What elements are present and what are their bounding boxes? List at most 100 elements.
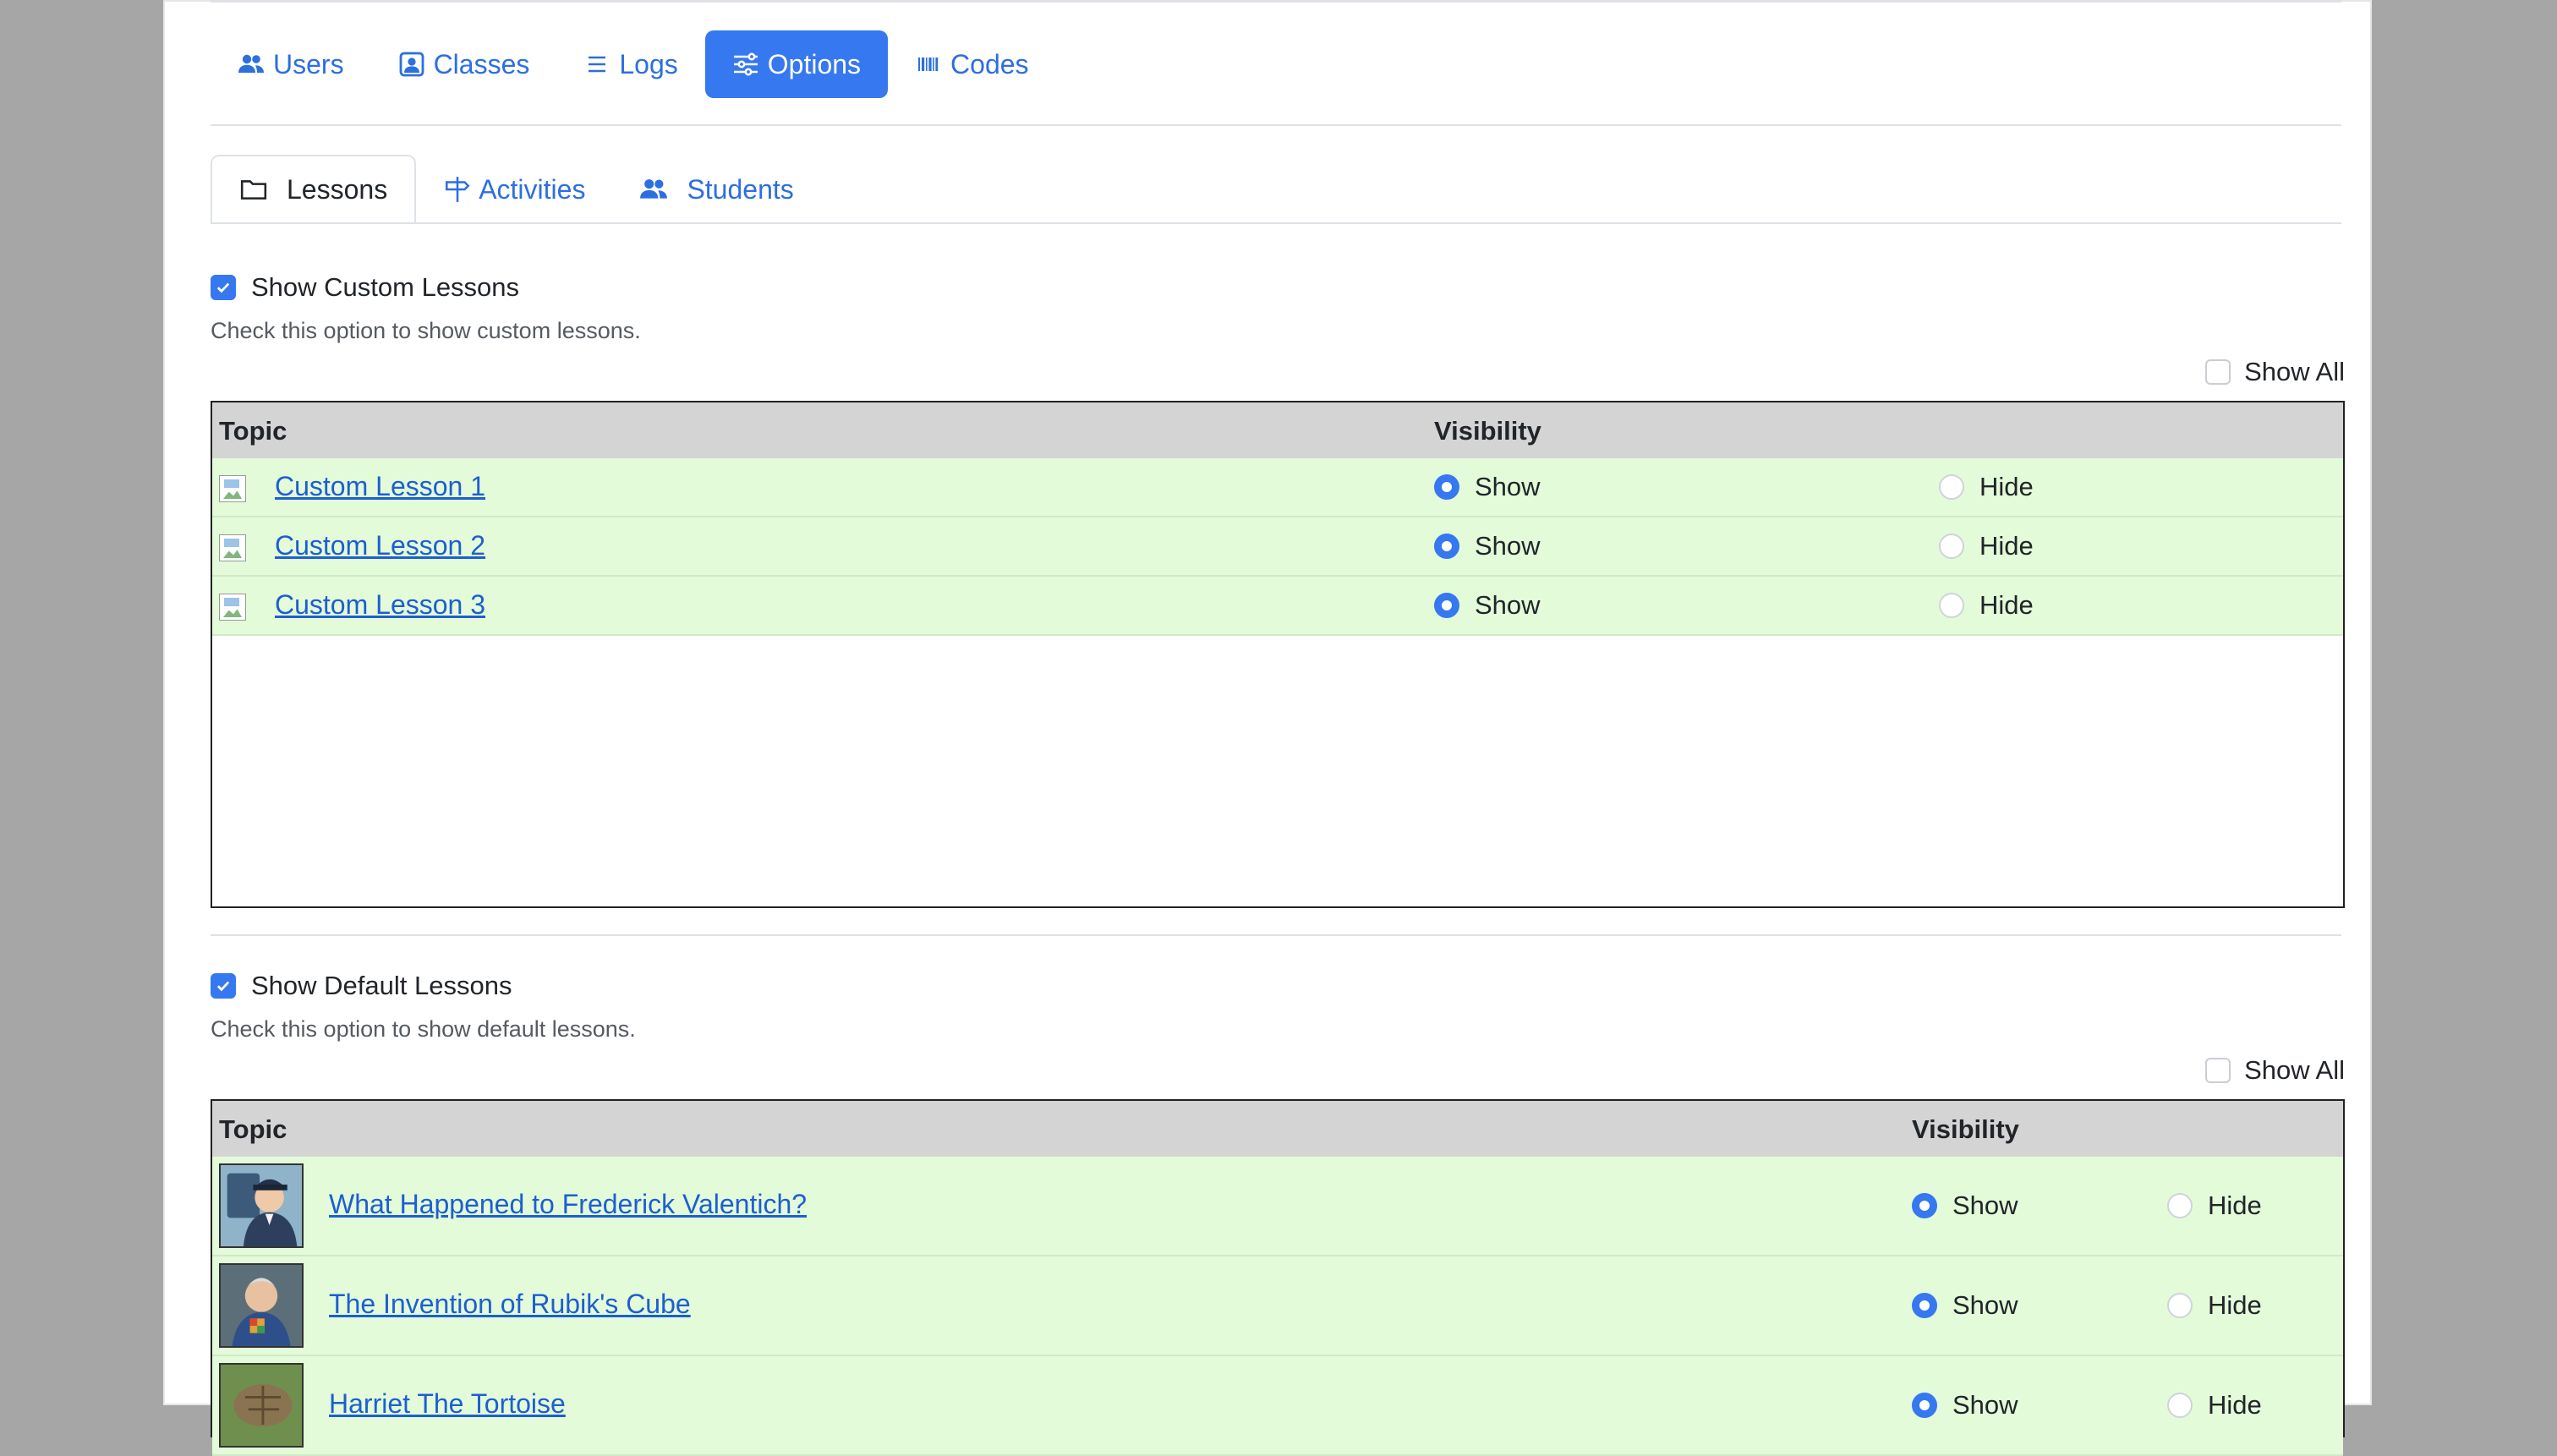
- show-radio-label: Show: [1952, 1390, 2018, 1420]
- hide-radio[interactable]: Hide: [1939, 531, 2034, 561]
- show-radio-label: Show: [1475, 590, 1541, 620]
- hide-radio-label: Hide: [1979, 531, 2034, 561]
- table-row: Custom Lesson 2 Show Hide: [212, 517, 2343, 577]
- main-nav: Users Classes Logs Options Codes: [211, 30, 1056, 98]
- barcode-icon: [915, 51, 942, 78]
- default-lessons-table: Topic Visibility What Happened to Freder…: [211, 1099, 2345, 1456]
- nav-users[interactable]: Users: [211, 30, 371, 98]
- tab-lessons[interactable]: Lessons: [211, 155, 417, 224]
- sliders-icon: [732, 51, 759, 78]
- nav-logs[interactable]: Logs: [556, 30, 704, 98]
- table-row: Custom Lesson 1 Show Hide: [212, 458, 2343, 517]
- show-radio[interactable]: Show: [1912, 1290, 2018, 1321]
- tab-students[interactable]: Students: [612, 155, 820, 224]
- folder-icon: [239, 175, 268, 204]
- tab-activities[interactable]: Activities: [416, 155, 612, 224]
- nav-users-label: Users: [273, 48, 344, 79]
- radio-dot: [1434, 593, 1459, 618]
- radio-dot: [2167, 1393, 2193, 1418]
- lesson-thumbnail-tortoise: [219, 1363, 304, 1448]
- nav-logs-label: Logs: [619, 48, 678, 79]
- default-lessons-help: Check this option to show default lesson…: [211, 1016, 636, 1042]
- radio-dot: [2167, 1193, 2193, 1218]
- hide-radio-label: Hide: [2208, 1290, 2262, 1320]
- nav-options[interactable]: Options: [704, 30, 889, 98]
- default-show-all-checkbox[interactable]: [2205, 1058, 2231, 1083]
- radio-dot: [1434, 474, 1459, 500]
- radio-dot: [1939, 534, 1964, 559]
- hide-radio[interactable]: Hide: [2167, 1390, 2262, 1420]
- show-custom-lessons-option: Show Custom Lessons: [211, 272, 519, 303]
- sub-tabs: Lessons Activities Students: [211, 155, 821, 224]
- custom-show-all-checkbox[interactable]: [2205, 359, 2231, 385]
- lesson-link[interactable]: The Invention of Rubik's Cube: [329, 1289, 691, 1320]
- hide-radio[interactable]: Hide: [2167, 1290, 2262, 1321]
- hide-radio-label: Hide: [1979, 590, 2034, 620]
- broken-image-icon: [219, 475, 246, 502]
- show-radio[interactable]: Show: [1434, 472, 1541, 502]
- table-header: Topic Visibility: [212, 402, 2343, 458]
- tabs-divider: [211, 222, 2341, 224]
- custom-show-all-label: Show All: [2244, 357, 2345, 386]
- nav-classes[interactable]: Classes: [371, 30, 557, 98]
- signpost-icon: [443, 175, 472, 204]
- broken-image-icon: [219, 534, 246, 561]
- column-topic: Topic: [219, 1114, 287, 1144]
- hide-radio[interactable]: Hide: [1939, 590, 2034, 621]
- column-topic: Topic: [219, 416, 287, 446]
- table-row: Custom Lesson 3 Show Hide: [212, 577, 2343, 636]
- nav-classes-label: Classes: [433, 48, 530, 79]
- radio-dot: [1912, 1393, 1937, 1418]
- show-radio[interactable]: Show: [1912, 1390, 2018, 1420]
- show-radio-label: Show: [1952, 1191, 2018, 1220]
- show-radio[interactable]: Show: [1434, 590, 1541, 621]
- tab-activities-label: Activities: [479, 173, 586, 205]
- person-badge-icon: [398, 51, 425, 78]
- lesson-link[interactable]: Harriet The Tortoise: [329, 1388, 566, 1420]
- show-custom-lessons-checkbox[interactable]: [211, 275, 236, 300]
- table-row: The Invention of Rubik's Cube Show Hide: [212, 1256, 2343, 1356]
- lesson-thumbnail-pilot: [219, 1163, 304, 1248]
- show-default-lessons-label: Show Default Lessons: [251, 971, 512, 1000]
- column-visibility: Visibility: [1434, 416, 1541, 446]
- lesson-link[interactable]: Custom Lesson 2: [275, 530, 485, 561]
- hide-radio[interactable]: Hide: [1939, 472, 2034, 502]
- default-show-all: Show All: [2205, 1055, 2345, 1086]
- hide-radio[interactable]: Hide: [2167, 1191, 2262, 1221]
- default-show-all-label: Show All: [2244, 1055, 2345, 1085]
- nav-options-label: Options: [767, 48, 862, 79]
- table-row: Harriet The Tortoise Show Hide: [212, 1356, 2343, 1456]
- custom-lessons-help: Check this option to show custom lessons…: [211, 318, 641, 343]
- tab-lessons-label: Lessons: [287, 173, 388, 205]
- radio-dot: [1434, 534, 1459, 559]
- options-panel: Users Classes Logs Options Codes Lessons…: [163, 0, 2372, 1456]
- show-default-lessons-option: Show Default Lessons: [211, 971, 512, 1001]
- hide-radio-label: Hide: [1979, 472, 2034, 501]
- lesson-link[interactable]: What Happened to Frederick Valentich?: [329, 1189, 807, 1220]
- table-header: Topic Visibility: [212, 1101, 2343, 1157]
- show-radio[interactable]: Show: [1912, 1191, 2018, 1221]
- radio-dot: [1912, 1293, 1937, 1318]
- lesson-link[interactable]: Custom Lesson 1: [275, 471, 485, 502]
- show-radio[interactable]: Show: [1434, 531, 1541, 561]
- show-custom-lessons-label: Show Custom Lessons: [251, 272, 520, 302]
- lesson-link[interactable]: Custom Lesson 3: [275, 589, 485, 621]
- users-icon: [238, 51, 265, 78]
- tab-students-label: Students: [687, 173, 794, 205]
- section-divider: [211, 934, 2341, 936]
- column-visibility: Visibility: [1912, 1114, 2019, 1144]
- broken-image-icon: [219, 594, 246, 621]
- radio-dot: [1939, 593, 1964, 618]
- custom-lessons-table: Topic Visibility Custom Lesson 1 Show Hi…: [211, 401, 2345, 908]
- show-radio-label: Show: [1475, 472, 1541, 501]
- check-icon: [216, 282, 230, 293]
- show-radio-label: Show: [1952, 1290, 2018, 1320]
- show-default-lessons-checkbox[interactable]: [211, 973, 236, 999]
- check-icon: [216, 981, 230, 992]
- show-radio-label: Show: [1475, 531, 1541, 561]
- custom-show-all: Show All: [2205, 357, 2345, 387]
- hide-radio-label: Hide: [2208, 1390, 2262, 1420]
- nav-codes[interactable]: Codes: [888, 30, 1056, 98]
- users-icon: [639, 175, 668, 204]
- top-divider: [211, 0, 2341, 3]
